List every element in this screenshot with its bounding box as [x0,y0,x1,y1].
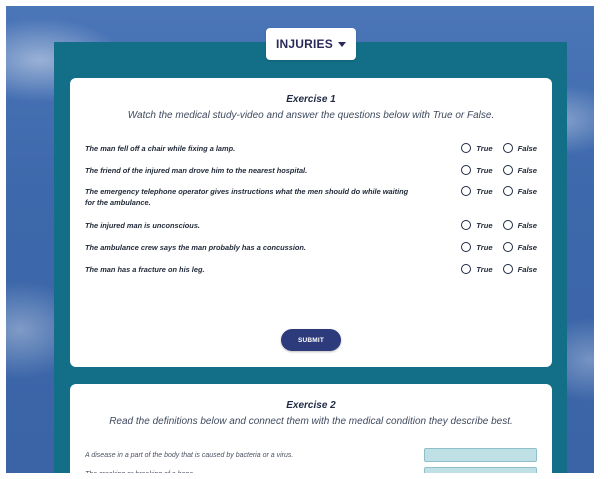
definition-row: The cracking or breaking of a bone. [85,467,537,479]
radio-icon[interactable] [461,242,472,252]
false-label: False [517,165,537,175]
definition-row: A disease in a part of the body that is … [85,448,537,462]
radio-icon[interactable] [502,143,513,153]
radio-icon[interactable] [502,242,513,252]
radio-icon[interactable] [461,143,472,153]
question-text: The injured man is unconscious. [85,221,200,230]
question-row: The man has a fracture on his leg. True … [85,264,537,275]
answer-options: True False [461,242,537,252]
true-option[interactable]: True [461,186,493,196]
answer-drop-field[interactable] [424,448,537,462]
injuries-dropdown-label: INJURIES [276,37,333,51]
question-row: The injured man is unconscious. True Fal… [85,220,537,231]
definition-text: The cracking or breaking of a bone. [85,470,196,478]
question-text: The emergency telephone operator gives i… [85,187,409,207]
caret-down-icon [337,42,346,47]
false-label: False [517,186,537,196]
true-label: True [476,220,493,230]
question-row: The man fell off a chair while fixing a … [85,143,537,154]
exercise-2-title: Exercise 2 [286,400,336,411]
radio-icon[interactable] [502,220,513,230]
exercise-1-card: Exercise 1 Watch the medical study-video… [70,78,552,367]
question-row: The ambulance crew says the man probably… [85,242,537,253]
radio-icon[interactable] [461,264,472,274]
exercise-2-card: Exercise 2 Read the definitions below an… [70,384,552,479]
false-label: False [517,242,537,252]
question-text: The man has a fracture on his leg. [85,265,205,274]
false-option[interactable]: False [502,264,537,274]
false-option[interactable]: False [502,220,537,230]
radio-icon[interactable] [502,186,513,196]
radio-icon[interactable] [502,264,513,274]
answer-options: True False [461,186,537,196]
true-label: True [476,143,493,153]
exercise-1-instructions: Watch the medical study-video and answer… [127,110,495,121]
radio-icon[interactable] [502,165,513,175]
injuries-dropdown[interactable]: INJURIES [266,28,356,60]
submit-button[interactable]: SUBMIT [281,329,341,351]
exercise-1-title: Exercise 1 [286,94,336,105]
false-label: False [517,143,537,153]
false-label: False [517,264,537,274]
false-option[interactable]: False [502,165,537,175]
answer-options: True False [461,165,537,175]
false-option[interactable]: False [502,242,537,252]
question-row: The emergency telephone operator gives i… [85,186,537,208]
false-option[interactable]: False [502,143,537,153]
true-option[interactable]: True [461,143,493,153]
true-label: True [476,186,493,196]
answer-drop-field[interactable] [424,467,537,479]
true-option[interactable]: True [461,264,493,274]
radio-icon[interactable] [461,220,472,230]
true-label: True [476,242,493,252]
question-text: The ambulance crew says the man probably… [85,243,306,252]
answer-options: True False [461,264,537,274]
true-option[interactable]: True [461,242,493,252]
question-text: The friend of the injured man drove him … [85,166,308,175]
radio-icon[interactable] [461,165,472,175]
false-option[interactable]: False [502,186,537,196]
exercise-2-instructions: Read the definitions below and connect t… [109,416,513,427]
answer-options: True False [461,220,537,230]
question-row: The friend of the injured man drove him … [85,165,537,176]
true-option[interactable]: True [461,165,493,175]
answer-options: True False [461,143,537,153]
true-label: True [476,165,493,175]
false-label: False [517,220,537,230]
true-label: True [476,264,493,274]
definition-text: A disease in a part of the body that is … [85,451,294,459]
true-option[interactable]: True [461,220,493,230]
question-text: The man fell off a chair while fixing a … [85,144,236,153]
radio-icon[interactable] [461,186,472,196]
